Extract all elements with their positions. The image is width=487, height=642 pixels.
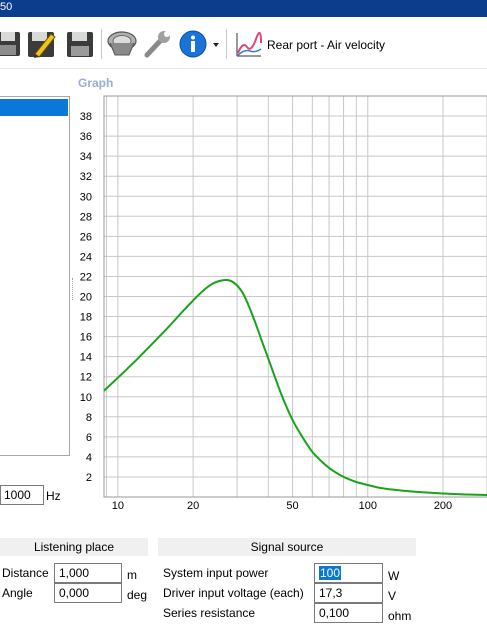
chart-y-tick-labels: 2468101214161820222426283032343638 <box>80 111 92 484</box>
chart-x-tick-label: 100 <box>359 500 377 512</box>
chart-y-tick-label: 24 <box>80 251 92 263</box>
driver-input-voltage-field[interactable]: 17,3 <box>314 583 383 603</box>
resistance-unit: ohm <box>388 609 412 623</box>
chart-y-tick-label: 32 <box>80 171 92 183</box>
air-velocity-chart: 2468101214161820222426283032343638 10 20 5… <box>80 95 487 512</box>
chart-y-tick-label: 12 <box>80 372 92 384</box>
chart-y-tick-label: 36 <box>80 131 92 143</box>
chart-y-tick-label: 18 <box>80 312 92 324</box>
chart-y-tick-label: 4 <box>86 452 92 464</box>
series-resistance-field[interactable]: 0,100 <box>314 603 383 623</box>
chart-y-tick-label: 6 <box>86 432 92 444</box>
chart-y-tick-label: 28 <box>80 211 92 223</box>
angle-unit: deg <box>127 588 148 602</box>
chart-y-tick-label: 14 <box>80 352 92 364</box>
signal-source-header: Signal source <box>158 538 416 556</box>
chart-x-tick-labels: 10 20 50 100 200 <box>112 500 452 512</box>
chart-y-tick-label: 20 <box>80 292 92 304</box>
chart-y-tick-label: 38 <box>80 111 92 123</box>
driver-input-voltage-label: Driver input voltage (each) <box>163 586 304 600</box>
chart-x-tick-label: 50 <box>286 500 298 512</box>
chart-y-tick-label: 8 <box>86 412 92 424</box>
chart-y-tick-label: 10 <box>80 392 92 404</box>
system-input-power-field[interactable]: 100 <box>314 563 383 583</box>
listening-place-header: Listening place <box>0 538 148 556</box>
power-unit: W <box>388 569 400 583</box>
chart-y-tick-label: 34 <box>80 151 92 163</box>
chart-x-tick-label: 20 <box>187 500 199 512</box>
frequency-unit: Hz <box>46 489 61 503</box>
air-velocity-line <box>103 278 487 496</box>
series-resistance-label: Series resistance <box>163 606 256 620</box>
chart-x-tick-label: 200 <box>434 500 452 512</box>
distance-field[interactable]: 1,000 <box>54 563 122 583</box>
frequency-input[interactable]: 1000 <box>0 485 44 505</box>
system-input-power-value: 100 <box>319 566 342 580</box>
chart-x-tick-label: 10 <box>112 500 124 512</box>
system-input-power-label: System input power <box>163 566 269 580</box>
distance-unit: m <box>127 568 137 582</box>
chart-y-tick-label: 2 <box>86 472 92 484</box>
angle-field[interactable]: 0,000 <box>54 583 122 603</box>
voltage-unit: V <box>388 589 397 603</box>
chart-y-tick-label: 22 <box>80 271 92 283</box>
chart-y-tick-label: 26 <box>80 231 92 243</box>
chart-y-tick-label: 16 <box>80 332 92 344</box>
chart-y-tick-label: 30 <box>80 191 92 203</box>
angle-label: Angle <box>2 586 33 600</box>
distance-label: Distance <box>2 566 49 580</box>
chart-grid <box>104 96 487 497</box>
